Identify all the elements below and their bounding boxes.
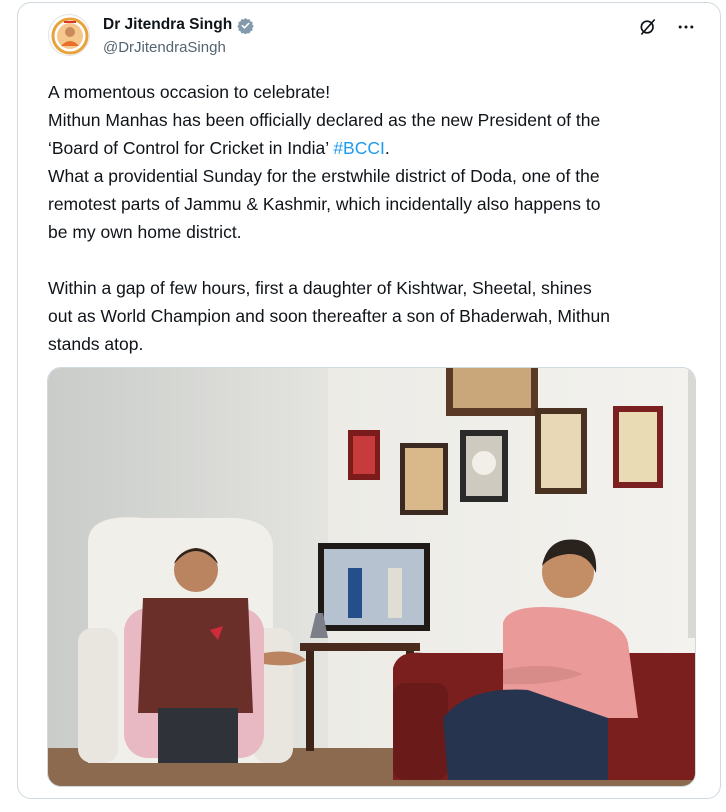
tweet-line: ‘Board of Control for Cricket in India’ … xyxy=(48,134,708,162)
avatar-image xyxy=(50,16,89,55)
grok-icon[interactable] xyxy=(636,15,660,39)
more-options-icon[interactable] xyxy=(674,15,698,39)
user-handle[interactable]: @DrJitendraSingh xyxy=(103,39,226,56)
tweet-line: out as World Champion and soon thereafte… xyxy=(48,306,610,326)
tweet-text-segment: ‘Board of Control for Cricket in India’ xyxy=(48,138,334,158)
tweet-line: What a providential Sunday for the erstw… xyxy=(48,166,600,186)
tweet-text: A momentous occasion to celebrate! Mithu… xyxy=(48,78,708,358)
tweet-line: Mithun Manhas has been officially declar… xyxy=(48,110,601,130)
avatar[interactable] xyxy=(48,14,90,56)
photo-illustration xyxy=(48,368,695,786)
tweet-photo[interactable] xyxy=(47,367,696,787)
hashtag-link[interactable]: #BCCI xyxy=(333,138,385,158)
tweet-text-segment: . xyxy=(384,138,390,158)
tweet-line: stands atop. xyxy=(48,334,144,354)
tweet-line: Within a gap of few hours, first a daugh… xyxy=(48,278,592,298)
tweet-line: be my own home district. xyxy=(48,222,242,242)
tweet-line: A momentous occasion to celebrate! xyxy=(48,82,331,102)
display-name[interactable]: Dr Jitendra Singh xyxy=(103,16,232,34)
tweet-line: remotest parts of Jammu & Kashmir, which… xyxy=(48,194,601,214)
verified-badge-icon xyxy=(237,17,254,34)
